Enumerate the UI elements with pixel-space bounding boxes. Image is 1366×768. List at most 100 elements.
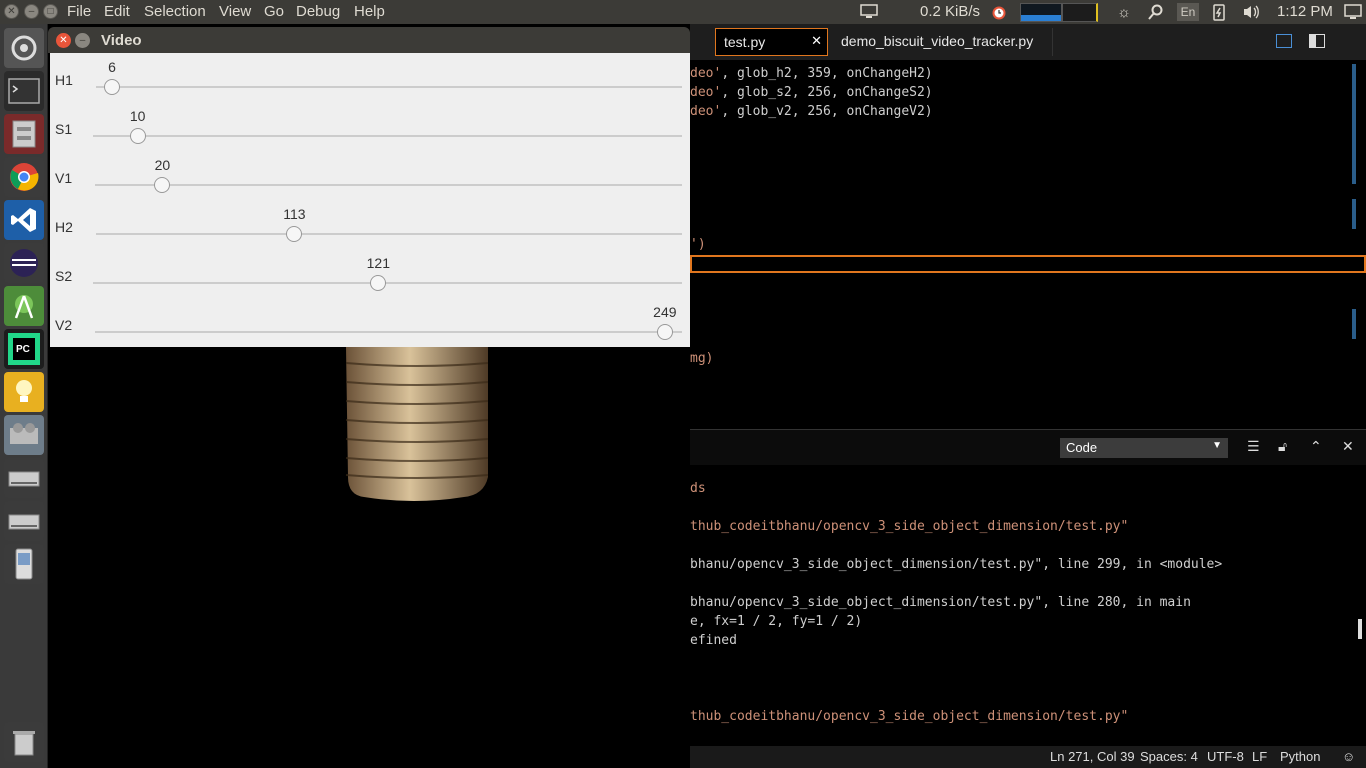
drive-icon[interactable] [4,501,44,541]
trackbar-thumb[interactable] [129,128,146,144]
trackbar-label: S2 [55,268,73,284]
tab-demo-biscuit[interactable]: demo_biscuit_video_tracker.py [833,28,1053,56]
trackbar-track[interactable] [95,184,682,186]
monitor-icon[interactable] [860,3,878,21]
chrome-icon[interactable] [4,157,44,197]
network-speed[interactable]: 0.2 KiB/s [920,3,980,20]
pycharm-icon[interactable]: PC [4,329,44,369]
close-window-button[interactable]: ✕ [56,33,71,48]
alarm-clock-icon[interactable] [990,3,1008,21]
output-line: ds [690,481,706,496]
trackbar-v1[interactable]: V1 20 [50,151,690,200]
trackbar-label: V2 [55,317,73,333]
files-icon[interactable] [4,114,44,154]
video-window: ✕ – Video H1 6 S1 10 V1 20 H2 113 S2 121 V2 249 [48,27,690,768]
menu-go[interactable]: Go [264,3,284,20]
keyboard-layout-indicator[interactable]: En [1177,3,1199,21]
android-studio-icon[interactable] [4,286,44,326]
trackbar-value: 249 [653,304,677,320]
cursor-position[interactable]: Ln 271, Col 39 [1050,749,1135,764]
language-mode[interactable]: Python [1280,749,1320,764]
settings-icon[interactable] [1344,3,1362,21]
trackbar-h1[interactable]: H1 6 [50,53,690,102]
trackbar-track[interactable] [93,282,682,284]
code-line: deo', glob_v2, 256, onChangeV2) [690,104,933,119]
bulb-icon[interactable] [4,372,44,412]
lock-icon[interactable]: 🔓︎ [1278,438,1287,455]
trackbar-track[interactable] [96,233,682,235]
svg-text:PC: PC [16,344,30,355]
eclipse-icon[interactable] [4,243,44,283]
drive-icon[interactable] [4,458,44,498]
trackbar-thumb[interactable] [154,177,171,193]
top-menubar: ✕ – □ File Edit Selection View Go Debug … [0,0,1366,24]
trackbar-thumb[interactable] [370,275,387,291]
close-window-button[interactable]: ✕ [4,4,19,19]
brightness-icon[interactable]: ☼ [1115,3,1133,21]
trackbar-track[interactable] [95,331,682,333]
trash-icon[interactable] [4,722,44,762]
close-icon[interactable]: ✕ [1342,438,1354,455]
current-line-highlight [690,255,1366,273]
trackbar-label: S1 [55,121,73,137]
search-icon[interactable] [1147,3,1165,21]
trackbar-v2[interactable]: V2 249 [50,298,690,347]
window-title: Video [101,32,142,49]
editor-scrollbar[interactable] [1352,64,1356,184]
split-editor-icon[interactable] [1276,34,1292,48]
menu-help[interactable]: Help [354,3,385,20]
system-monitor-graph[interactable] [1020,3,1062,22]
trackbar-thumb[interactable] [104,79,120,95]
trackbar-thumb[interactable] [286,226,303,242]
maximize-window-button[interactable]: □ [43,4,58,19]
layout-icon[interactable] [1309,34,1325,48]
trackbar-s2[interactable]: S2 121 [50,249,690,298]
menu-edit[interactable]: Edit [104,3,130,20]
tab-test-py[interactable]: test.py ✕ [715,28,828,56]
output-line: thub_codeitbhanu/opencv_3_side_object_di… [690,709,1129,724]
output-line: e, fx=1 / 2, fy=1 / 2) [690,614,863,629]
trackbar-thumb[interactable] [656,324,673,340]
feedback-icon[interactable]: ☺ [1342,749,1355,764]
terminal-icon[interactable] [4,71,44,111]
select-value: Code [1066,440,1098,455]
system-monitor-graph-2[interactable] [1062,3,1098,22]
output-channel-select[interactable]: Code ▼ [1060,438,1228,458]
menu-view[interactable]: View [219,3,251,20]
output-scrollbar[interactable] [1358,619,1362,639]
dash-icon[interactable] [4,28,44,68]
line-ending[interactable]: LF [1252,749,1267,764]
close-icon[interactable]: ✕ [811,33,822,49]
trackbar-value: 113 [283,206,306,222]
output-panel-header: Code ▼ ☰ 🔓︎ ⌃ ✕ [690,429,1366,465]
trackbar-s1[interactable]: S1 10 [50,102,690,151]
trackbar-value: 20 [154,157,171,173]
clock[interactable]: 1:12 PM [1277,3,1333,20]
code-line: ') [690,237,706,252]
menu-debug[interactable]: Debug [296,3,340,20]
trackbar-track[interactable] [93,135,682,137]
video-window-titlebar[interactable]: ✕ – Video [48,27,690,53]
encoding[interactable]: UTF-8 [1207,749,1244,764]
minimize-window-button[interactable]: – [24,4,39,19]
menu-file[interactable]: File [67,3,91,20]
status-bar: Ln 271, Col 39 Spaces: 4 UTF-8 LF Python… [690,746,1366,768]
vscode-icon[interactable] [4,200,44,240]
trackbar-label: H1 [55,72,73,88]
trackbar-value: 10 [129,108,146,124]
menu-selection[interactable]: Selection [144,3,206,20]
trackbar-h2[interactable]: H2 113 [50,200,690,249]
indentation[interactable]: Spaces: 4 [1140,749,1198,764]
clear-output-icon[interactable]: ☰ [1247,438,1260,455]
output-line: thub_codeitbhanu/opencv_3_side_object_di… [690,519,1129,534]
trackbar-track[interactable] [96,86,682,88]
chevron-up-icon[interactable]: ⌃ [1310,438,1322,455]
minimize-window-button[interactable]: – [75,33,90,48]
volume-icon[interactable] [1242,3,1260,21]
editor-tab-bar: test.py ✕ demo_biscuit_video_tracker.py [690,24,1366,60]
phone-icon[interactable] [4,544,44,584]
video-icon[interactable] [4,415,44,455]
code-line: mg) [690,351,714,366]
battery-icon[interactable] [1210,3,1228,21]
tab-label: demo_biscuit_video_tracker.py [841,33,1034,49]
